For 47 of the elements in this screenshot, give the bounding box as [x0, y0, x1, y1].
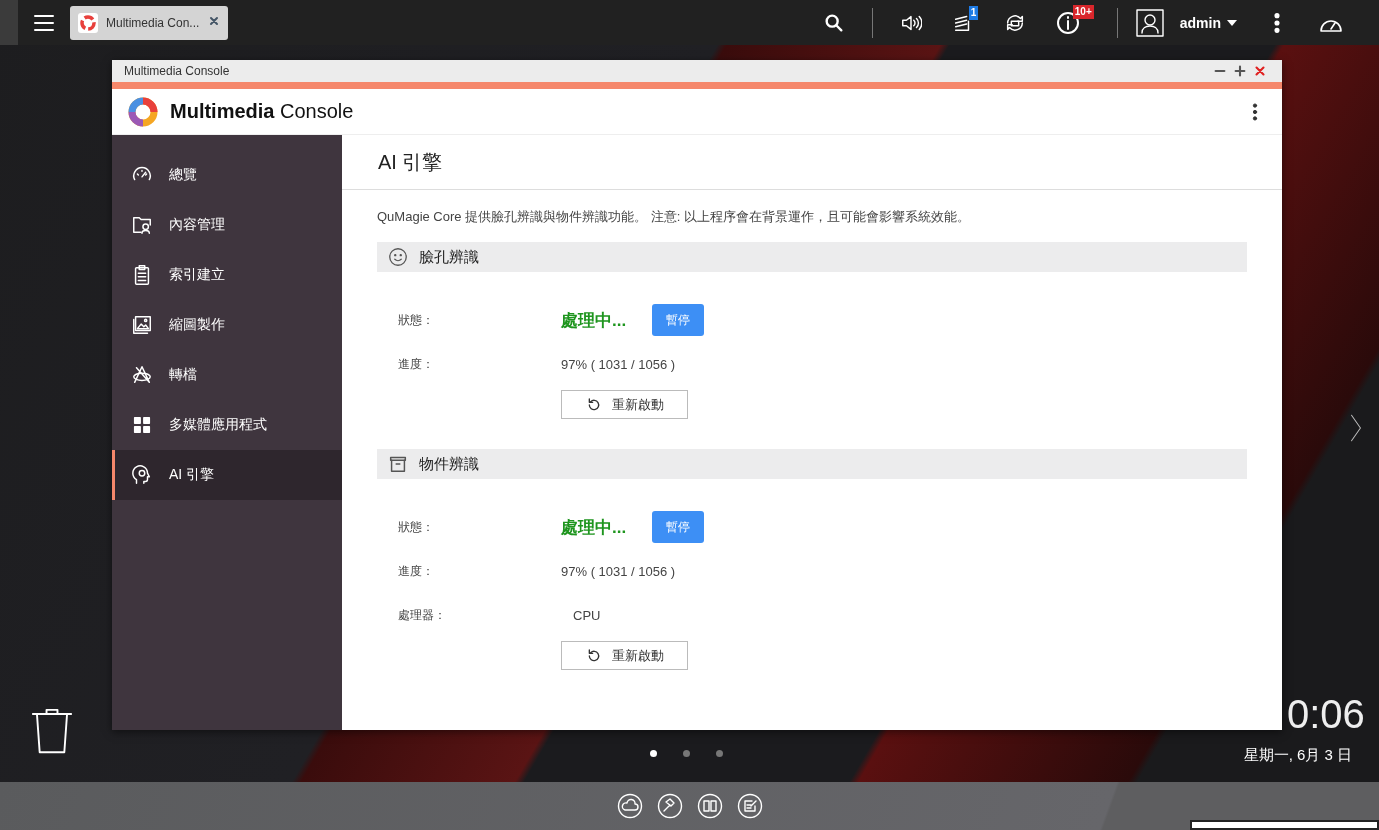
app-logo-icon	[128, 96, 158, 127]
description-text: QuMagie Core 提供臉孔辨識與物件辨識功能。 注意: 以上程序會在背景運作，且可能會影響系統效能。	[377, 208, 971, 226]
sidebar-item[interactable]: 縮圖製作	[112, 300, 342, 350]
sidebar-item[interactable]: 總覽	[112, 150, 342, 200]
sidebar-item[interactable]: 索引建立	[112, 250, 342, 300]
field-label: 進度：	[398, 355, 435, 373]
clock-date: 星期一, 6月 3 日	[1243, 746, 1352, 765]
clock-time: 0:06	[1287, 692, 1365, 737]
restart-button[interactable]: 重新啟動	[561, 390, 688, 419]
window-title: Multimedia Console	[124, 64, 231, 78]
app-name: Multimedia Console	[170, 100, 355, 123]
processor-text: CPU	[572, 606, 602, 625]
status-text: 處理中...	[561, 309, 627, 332]
folder-search-icon	[131, 214, 153, 236]
info-badge: 10+	[1072, 4, 1094, 19]
sidebar-item[interactable]: 轉檔	[112, 350, 342, 400]
field-label: 狀態：	[398, 518, 435, 536]
user-menu[interactable]: admin	[1169, 14, 1251, 31]
caret-icon	[1227, 19, 1237, 26]
notification-badge: 1	[968, 5, 979, 20]
field-label: 狀態：	[398, 311, 435, 329]
image-icon	[131, 314, 153, 336]
page-dot[interactable]	[683, 750, 690, 757]
page-dot[interactable]	[716, 750, 723, 757]
note-edit-icon[interactable]	[736, 793, 763, 819]
progress-text: 97% ( 1031 / 1056 )	[561, 355, 677, 374]
apps-icon	[131, 414, 153, 436]
page-dot[interactable]	[650, 750, 657, 757]
app-tab[interactable]: Multimedia Con...	[70, 5, 228, 40]
sidebar-item[interactable]: AI 引擎	[112, 450, 342, 500]
section-title: 物件辨識	[419, 454, 479, 474]
field-label: 處理器：	[398, 606, 447, 624]
restart-button[interactable]: 重新啟動	[561, 641, 688, 670]
hammer-icon[interactable]	[656, 793, 683, 819]
progress-text: 97% ( 1031 / 1056 )	[561, 562, 677, 581]
transcode-icon	[131, 364, 153, 386]
smiley-icon	[387, 246, 409, 268]
field-label: 進度：	[398, 562, 435, 580]
sidebar-item[interactable]: 多媒體應用程式	[112, 400, 342, 450]
status-text: 處理中...	[561, 516, 627, 539]
sidebar-item[interactable]: 內容管理	[112, 200, 342, 250]
page-heading: AI 引擎	[378, 149, 443, 175]
edge-panel	[0, 0, 18, 45]
section-title: 臉孔辨識	[419, 247, 479, 267]
app-logo-icon	[78, 12, 98, 33]
cloud-icon[interactable]	[616, 793, 643, 819]
ai-head-icon	[131, 464, 153, 486]
